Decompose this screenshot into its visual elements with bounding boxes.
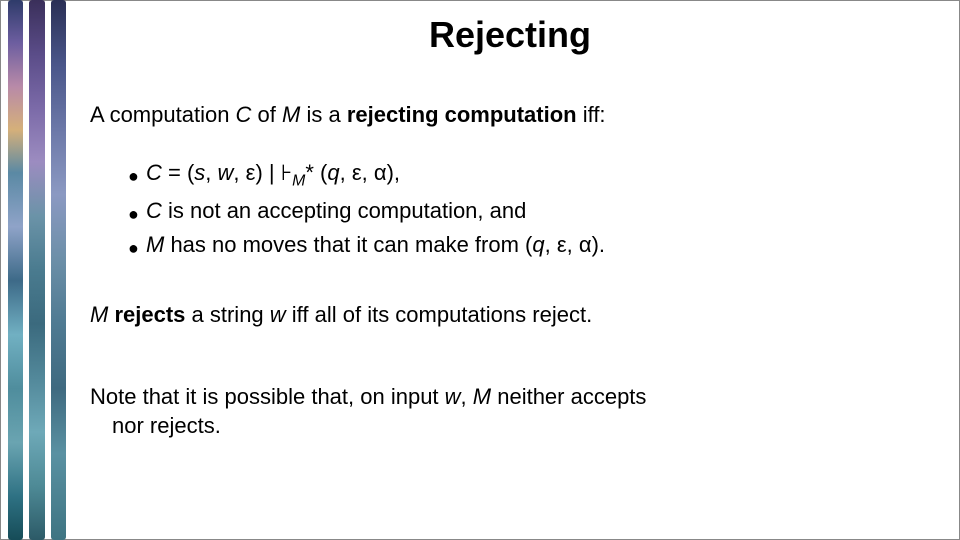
rej-mid: a string — [185, 302, 269, 327]
decorative-ribbons — [8, 0, 66, 540]
b3-M: M — [146, 232, 164, 257]
bullet-1-text: C = (s, w, ε) | ⊦M* (q, ε, α), — [146, 156, 400, 194]
bullet-list: ● C = (s, w, ε) | ⊦M* (q, ε, α), ● C is … — [90, 156, 930, 262]
note-l2: nor rejects. — [90, 411, 930, 441]
rej-w: w — [270, 302, 286, 327]
note-l1c: neither accepts — [491, 384, 646, 409]
intro-C: C — [236, 102, 252, 127]
rejects-line: M rejects a string w iff all of its comp… — [90, 300, 930, 330]
b3-rest: , ε, α). — [545, 232, 605, 257]
intro-post: iff: — [577, 102, 606, 127]
intro-mid1: of — [251, 102, 282, 127]
bullet-dot-icon: ● — [128, 205, 146, 223]
b1-C: C — [146, 160, 162, 185]
slide-content: Rejecting A computation C of M is a reje… — [90, 14, 930, 441]
rej-post: iff all of its computations reject. — [286, 302, 593, 327]
b1-c3: , ε, α), — [340, 160, 400, 185]
b2-rest: is not an accepting computation, and — [162, 198, 526, 223]
ribbon-3 — [51, 0, 66, 540]
intro-mid2: is a — [300, 102, 346, 127]
bullet-2: ● C is not an accepting computation, and — [128, 194, 930, 228]
note-l1a: Note that it is possible that, on input — [90, 384, 445, 409]
slide: Rejecting A computation C of M is a reje… — [0, 0, 960, 540]
b1-Msub: M — [292, 172, 305, 189]
b1-c1: , — [205, 160, 217, 185]
bullet-2-text: C is not an accepting computation, and — [146, 194, 526, 228]
note-l1b: , — [461, 384, 473, 409]
b2-C: C — [146, 198, 162, 223]
b1-c2: , ε) | ⊦ — [233, 160, 292, 185]
b1-w: w — [218, 160, 234, 185]
b3-q: q — [532, 232, 544, 257]
note-block: Note that it is possible that, on input … — [90, 382, 930, 441]
slide-title: Rejecting — [90, 14, 930, 56]
b3-mid: has no moves that it can make from ( — [164, 232, 532, 257]
bullet-3: ● M has no moves that it can make from (… — [128, 228, 930, 262]
intro-term: rejecting computation — [347, 102, 577, 127]
b1-s: s — [194, 160, 205, 185]
rej-M: M — [90, 302, 108, 327]
b1-star: * ( — [305, 160, 327, 185]
intro-line: A computation C of M is a rejecting comp… — [90, 100, 930, 130]
bullet-3-text: M has no moves that it can make from (q,… — [146, 228, 605, 262]
rej-verb: rejects — [114, 302, 185, 327]
bullet-1: ● C = (s, w, ε) | ⊦M* (q, ε, α), — [128, 156, 930, 194]
note-w: w — [445, 384, 461, 409]
bullet-dot-icon: ● — [128, 239, 146, 257]
intro-M: M — [282, 102, 300, 127]
ribbon-2 — [29, 0, 44, 540]
intro-pre: A computation — [90, 102, 236, 127]
note-M: M — [473, 384, 491, 409]
ribbon-1 — [8, 0, 23, 540]
b1-eq: = ( — [162, 160, 194, 185]
b1-q: q — [327, 160, 339, 185]
bullet-dot-icon: ● — [128, 167, 146, 185]
